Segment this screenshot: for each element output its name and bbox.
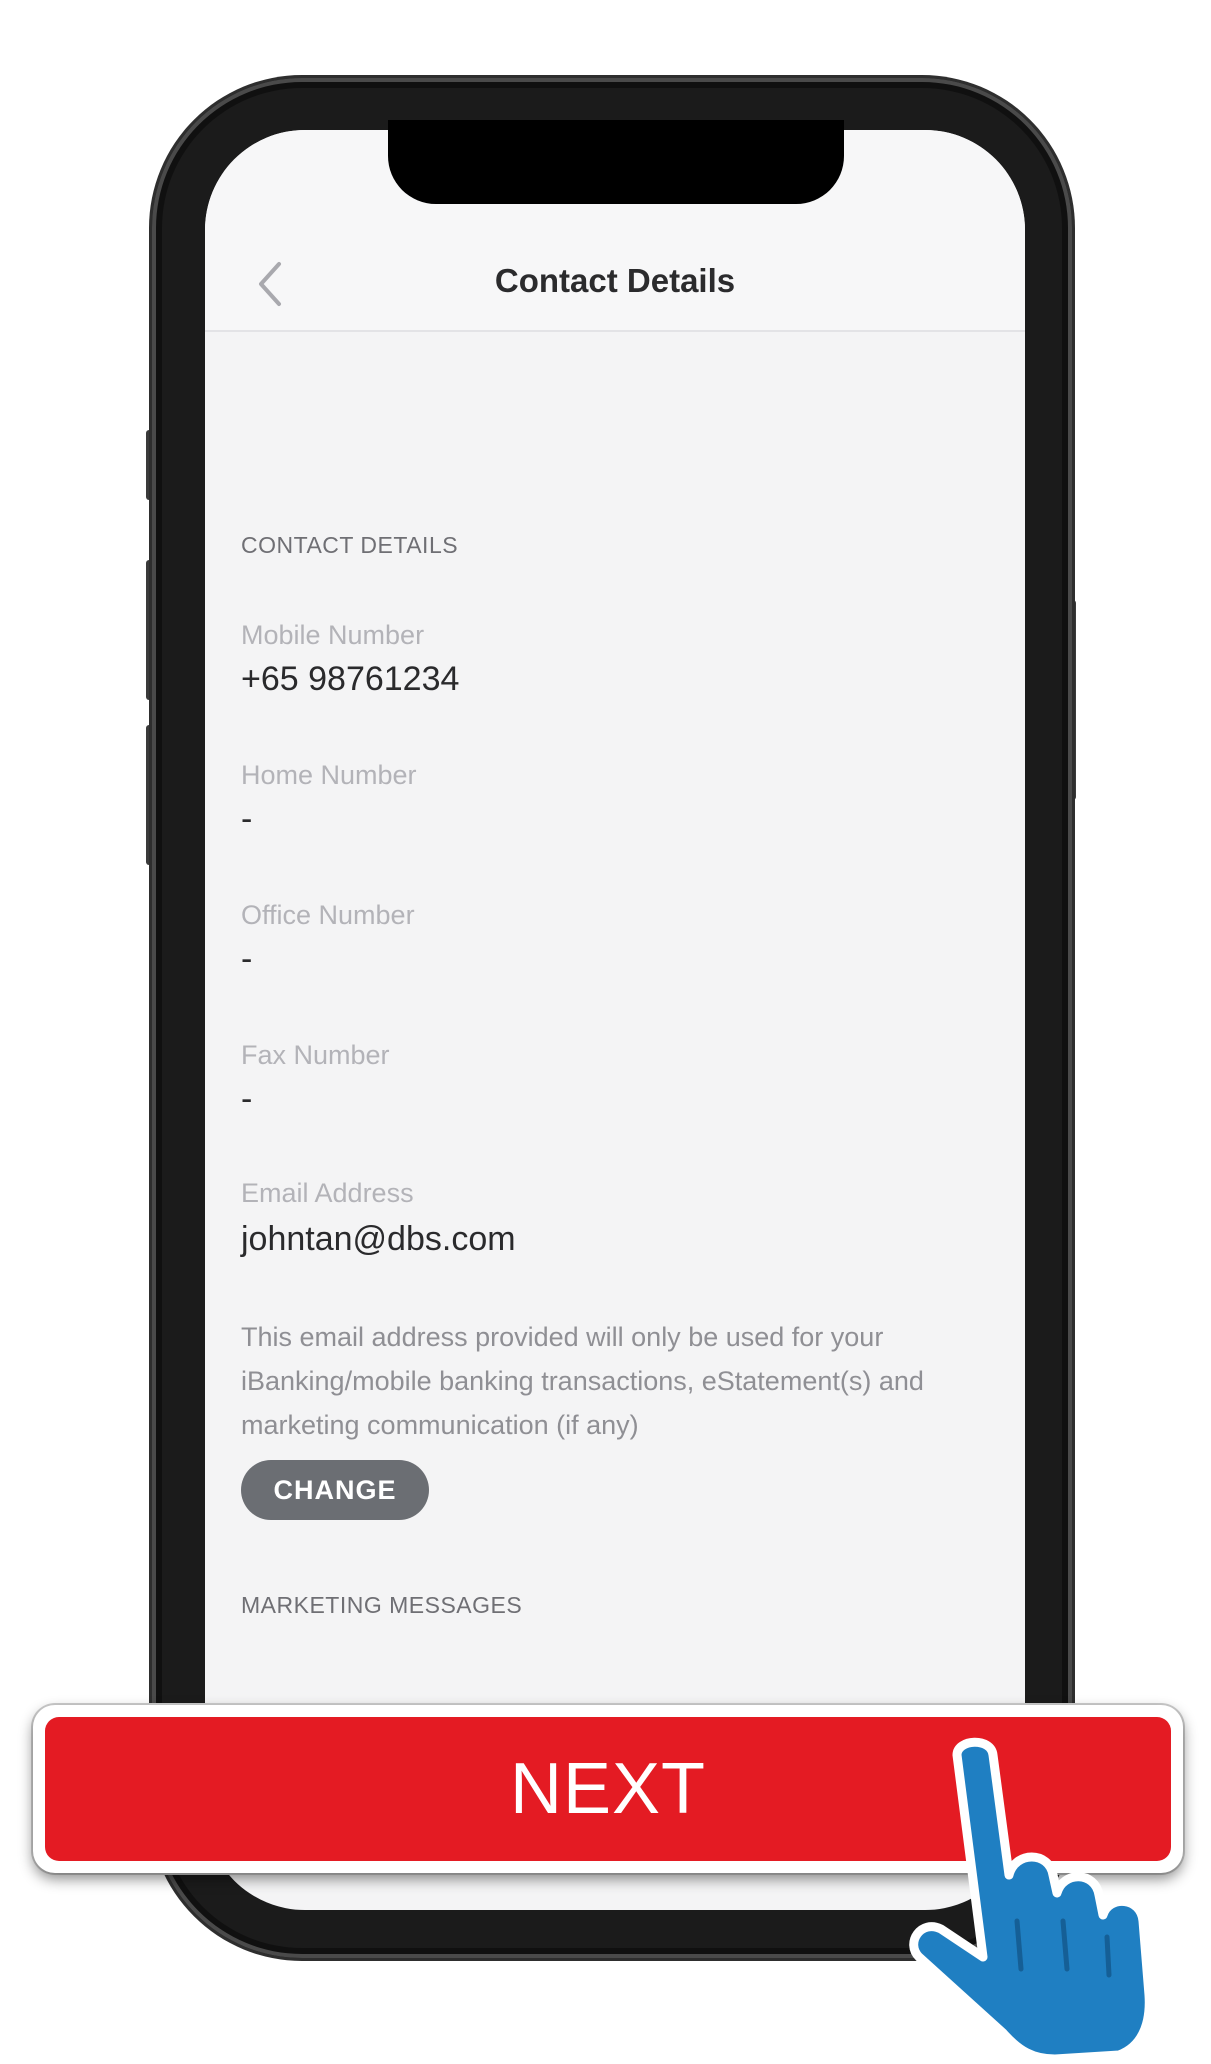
office-number-value: - — [241, 940, 253, 978]
phone-notch — [388, 120, 844, 204]
contact-details-section-header: CONTACT DETAILS — [241, 532, 459, 558]
mobile-number-label: Mobile Number — [241, 620, 425, 650]
email-address-value: johntan@dbs.com — [241, 1220, 516, 1258]
mobile-number-value: +65 98761234 — [241, 660, 460, 698]
phone-screen: Contact Details CONTACT DETAILS Mobile N… — [205, 130, 1025, 1910]
promo-stage: Contact Details CONTACT DETAILS Mobile N… — [0, 0, 1211, 2064]
hand-pointer-icon — [905, 1725, 1210, 2064]
email-address-label: Email Address — [241, 1178, 414, 1208]
home-number-value: - — [241, 800, 253, 838]
office-number-label: Office Number — [241, 900, 415, 930]
page-title: Contact Details — [494, 262, 736, 299]
home-number-label: Home Number — [241, 760, 417, 790]
change-button[interactable]: CHANGE — [241, 1460, 429, 1520]
fax-number-label: Fax Number — [241, 1040, 390, 1070]
email-disclaimer-text: This email address provided will only be… — [241, 1322, 924, 1440]
fax-number-value: - — [241, 1080, 253, 1118]
marketing-messages-section-header: MARKETING MESSAGES — [241, 1592, 523, 1618]
